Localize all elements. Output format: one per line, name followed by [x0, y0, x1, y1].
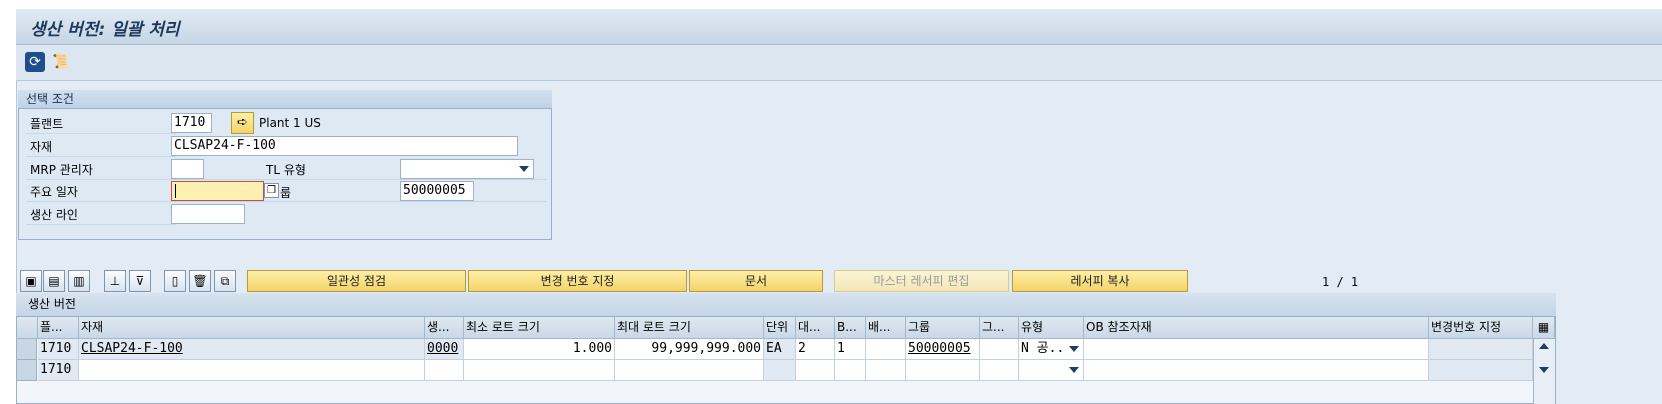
navigate-arrow-icon[interactable]: ➪ — [231, 112, 254, 134]
col-header-ob-ref-material[interactable]: OB 참조자재 — [1084, 317, 1429, 339]
table-title: 생산 버전 — [16, 293, 1556, 317]
filter-icon[interactable]: ⊽ — [129, 270, 151, 292]
key-date-field[interactable] — [171, 181, 264, 201]
copy-recipe-button[interactable]: 레서피 복사 — [1012, 270, 1188, 292]
cell-alt[interactable]: 2 — [796, 339, 835, 360]
col-header-group-counter[interactable]: 그... — [980, 317, 1019, 339]
col-header-version[interactable]: 생... — [425, 317, 464, 339]
cell-group-counter[interactable] — [980, 360, 1019, 381]
consistency-check-button[interactable]: 일관성 점검 — [247, 270, 466, 292]
refresh-icon[interactable]: ⟳ — [25, 52, 45, 72]
col-header-alt[interactable]: 대... — [796, 317, 835, 339]
page-title: 생산 버전: 일괄 처리 — [30, 20, 180, 40]
cell-change-number — [1429, 360, 1533, 381]
mrp-controller-field[interactable] — [171, 159, 204, 179]
cell-ob-ref-material[interactable] — [1084, 360, 1429, 381]
col-header-min-lot[interactable]: 최소 로트 크기 — [464, 317, 615, 339]
row-selector[interactable] — [17, 360, 37, 381]
group-label: 룹 — [280, 186, 292, 200]
cell-material[interactable]: CLSAP24-F-100 — [79, 339, 425, 360]
row-selector[interactable] — [17, 339, 37, 360]
cell-b[interactable] — [835, 360, 866, 381]
assign-change-number-button[interactable]: 변경 번호 지정 — [468, 270, 687, 292]
chevron-down-icon — [1069, 367, 1079, 373]
cell-max-lot[interactable]: 99,999,999.000 — [615, 339, 764, 360]
cell-type-dropdown[interactable]: N 공.. — [1019, 339, 1084, 360]
material-field[interactable]: CLSAP24-F-100 — [171, 136, 518, 156]
col-header-group[interactable]: 그룹 — [906, 317, 980, 339]
detail-view-icon[interactable]: ▣ — [20, 270, 42, 292]
cell-unit — [764, 360, 796, 381]
col-header-b[interactable]: B... — [835, 317, 866, 339]
sort-ascending-icon[interactable]: ⊥ — [104, 270, 126, 292]
plant-field[interactable]: 1710 — [171, 113, 212, 133]
page-indicator: 1 / 1 — [1322, 275, 1359, 289]
col-header-plant[interactable]: 플... — [38, 317, 79, 339]
plant-label: 플랜트 — [30, 117, 64, 131]
tl-type-label: TL 유형 — [266, 163, 306, 177]
select-all-icon[interactable]: ▤ — [43, 270, 65, 292]
chevron-down-icon — [519, 166, 529, 172]
title-bar — [16, 9, 1662, 45]
cell-version[interactable] — [425, 360, 464, 381]
cell-group[interactable] — [906, 360, 980, 381]
scroll-icon[interactable]: 📜 — [51, 52, 71, 72]
cell-plant: 1710 — [38, 339, 79, 360]
cell-group-counter[interactable] — [980, 339, 1019, 360]
edit-master-recipe-button: 마스터 레서피 편집 — [834, 270, 1009, 292]
delete-row-icon[interactable]: 🗑 — [189, 270, 211, 292]
cell-ob-ref-material[interactable] — [1084, 339, 1429, 360]
cell-unit: EA — [764, 339, 796, 360]
copy-row-icon[interactable]: ⧉ — [214, 270, 236, 292]
cell-change-number — [1429, 339, 1533, 360]
cell-max-lot[interactable] — [615, 360, 764, 381]
cell-group[interactable]: 50000005 — [906, 339, 980, 360]
cell-plant: 1710 — [38, 360, 79, 381]
col-header-max-lot[interactable]: 최대 로트 크기 — [615, 317, 764, 339]
column-settings-icon[interactable]: ▦ — [1533, 317, 1555, 339]
new-row-icon[interactable]: ▯ — [164, 270, 186, 292]
col-header-type[interactable]: 유형 — [1019, 317, 1084, 339]
cell-type-value: N 공.. — [1021, 341, 1065, 356]
plant-name: Plant 1 US — [259, 116, 321, 130]
cell-bae[interactable] — [866, 360, 906, 381]
group-field[interactable]: 50000005 — [400, 181, 474, 201]
select-all-rows-header[interactable] — [17, 317, 38, 339]
tl-type-dropdown[interactable] — [400, 159, 534, 179]
text-cursor — [175, 184, 176, 198]
col-header-material[interactable]: 자재 — [79, 317, 425, 339]
mrp-controller-label: MRP 관리자 — [30, 163, 93, 177]
selection-criteria-header: 선택 조건 — [18, 90, 552, 109]
col-header-bae[interactable]: 배... — [866, 317, 906, 339]
deselect-all-icon[interactable]: ▥ — [68, 270, 90, 292]
cell-b[interactable]: 1 — [835, 339, 866, 360]
production-line-label: 생산 라인 — [30, 208, 78, 222]
scroll-down-icon[interactable] — [1539, 367, 1549, 373]
scroll-up-icon[interactable] — [1539, 343, 1549, 349]
cell-alt[interactable] — [796, 360, 835, 381]
application-toolbar — [16, 45, 1662, 81]
calendar-icon[interactable]: ❐ — [264, 183, 279, 198]
cell-bae[interactable] — [866, 339, 906, 360]
col-header-change-number[interactable]: 변경번호 지정 — [1429, 317, 1533, 339]
cell-version[interactable]: 0000 — [425, 339, 464, 360]
cell-min-lot[interactable] — [464, 360, 615, 381]
chevron-down-icon — [1069, 346, 1079, 352]
key-date-label: 주요 일자 — [30, 185, 78, 199]
cell-material[interactable] — [79, 360, 425, 381]
material-label: 자재 — [30, 140, 53, 154]
col-header-unit[interactable]: 단위 — [764, 317, 796, 339]
cell-min-lot[interactable]: 1.000 — [464, 339, 615, 360]
cell-type-dropdown[interactable] — [1019, 360, 1084, 381]
document-button[interactable]: 문서 — [689, 270, 823, 292]
production-line-field[interactable] — [171, 204, 245, 224]
